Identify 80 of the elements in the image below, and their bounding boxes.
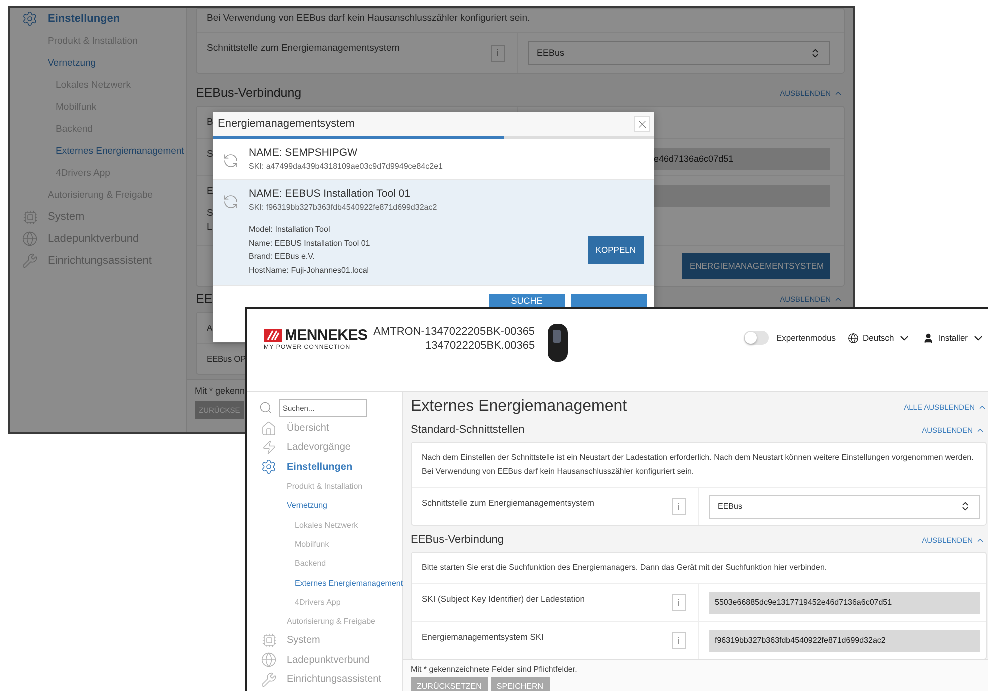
settings-icon: [22, 11, 38, 27]
device-ski: SKI: f96319bb327b363fdb4540922fe871d699d32ac2: [249, 203, 438, 212]
home-icon: [261, 420, 277, 437]
device-item[interactable]: NAME: SEMPSHIPGW SKI: a47499da439b4318109ae03c9d7d9949ce84c2e1: [213, 139, 654, 180]
sidebar-item[interactable]: 4Drivers App: [259, 592, 402, 612]
notice-text: Bei Verwendung von EEBus darf kein Hausanschlusszähler konfiguriert sein.: [197, 9, 844, 33]
search-icon: [259, 401, 273, 415]
device-name: AMTRON-1347022205BK-00365: [374, 326, 536, 338]
sidebar-item[interactable]: Ladevorgänge: [259, 438, 402, 458]
user-icon: [923, 332, 934, 344]
readonly-field: f96319bb327b363fdb4540922fe871d699d32ac2: [709, 630, 980, 652]
energy-system-button[interactable]: ENERGIEMANAGEMENTSYSTEM: [682, 253, 830, 279]
field-label: A: [206, 322, 214, 335]
field-label: SKI (Subject Key Identifier) der Ladestation: [421, 593, 586, 606]
select-arrows-icon: [960, 501, 971, 512]
section-title: EEBus-Verbindung: [411, 534, 504, 546]
field-label: Energiemanagementsystem SKI: [421, 631, 545, 644]
brand-name: MENNEKES: [285, 327, 368, 344]
language-menu[interactable]: Deutsch: [848, 332, 912, 344]
device-item[interactable]: NAME: EEBUS Installation Tool 01 SKI: f96319bb327b363fdb4540922fe871d699d32ac2 Model: Installation Tool Name: EEBUS Installation Tool 01 Brand: EEBus e.V. HostName: Fuji-Johannes01.local KOPPELN: [213, 180, 654, 286]
section-title: Standard-Schnittstellen: [411, 424, 525, 436]
sidebar-item[interactable]: Lokales Netzwerk: [259, 515, 402, 535]
device-name: NAME: SEMPSHIPGW: [249, 147, 359, 159]
device-ski: SKI: a47499da439b4318109ae03c9d7d9949ce84c2e1: [249, 162, 444, 171]
sync-icon: [223, 153, 239, 169]
logo-icon: [264, 329, 282, 342]
field-label: Schnittstelle zum Energiemanagementsystem: [206, 42, 401, 56]
section-title: EE: [196, 292, 213, 306]
globe-icon: [261, 652, 277, 668]
user-menu[interactable]: Installer: [923, 332, 985, 344]
required-note: Mit * gekennzeichnete Felder sind Pflichtfelder.: [411, 665, 578, 674]
lightning-icon: [262, 440, 276, 456]
info-button[interactable]: i: [490, 44, 504, 62]
intro-text: Bitte starten Sie erst die Suchfunktion des Energiemanagers. Dann das Gerät mit der Suchfunktion hier verbinden.: [412, 553, 986, 584]
field-description: S L: [206, 207, 214, 235]
interface-select[interactable]: EEBus: [528, 41, 830, 65]
sidebar-item[interactable]: Autorisierung & Freigabe: [259, 612, 402, 632]
sidebar-item[interactable]: System: [259, 631, 402, 651]
chip-icon: [22, 210, 38, 224]
info-button[interactable]: i: [672, 594, 686, 611]
sidebar-item[interactable]: Ladepunktverbund: [259, 650, 402, 670]
sidebar-item[interactable]: Vernetzung: [20, 52, 186, 74]
section-title: EEBus-Verbindung: [196, 86, 302, 100]
sidebar-item[interactable]: Übersicht: [259, 419, 402, 438]
sidebar-item[interactable]: Mobilfunk: [259, 534, 402, 554]
serial-number: 1347022205BK.00365: [426, 340, 536, 352]
sidebar-item[interactable]: Externes Energiemanagement: [259, 573, 402, 593]
field-label: Schnittstelle zum Energiemanagementsystem: [421, 497, 596, 510]
globe-icon: [848, 332, 860, 344]
interface-select[interactable]: EEBus: [709, 494, 980, 518]
info-button[interactable]: i: [672, 632, 686, 649]
wrench-icon: [22, 253, 38, 269]
sidebar-item[interactable]: Produkt & Installation: [259, 476, 402, 496]
globe-icon: [22, 231, 38, 247]
readonly-field: 5503e66885dc9e1317719452e46d7136a6c07d51: [709, 592, 980, 614]
wrench-icon: [261, 672, 277, 688]
select-arrows-icon: [810, 48, 821, 58]
sidebar-item[interactable]: Externes Energiemanagement: [20, 140, 186, 162]
field-label: S: [206, 148, 214, 162]
sidebar-item[interactable]: Backend: [259, 554, 402, 574]
intro-text: Nach dem Einstellen der Schnittstelle ist ein Neustart der Ladestation erforderlich. Nach dem Neustart können weitere Einstellungen vorgenommen werden. Bei Verwendung von EEBus darf kein Hausanschlusszähler konfiguriert sein.: [412, 443, 986, 488]
info-button[interactable]: i: [672, 498, 686, 515]
required-note: Mit * gekenn: [195, 386, 246, 396]
chip-icon: [262, 633, 276, 648]
close-button[interactable]: [634, 116, 650, 132]
sidebar-item[interactable]: Vernetzung: [259, 496, 402, 516]
charger-drawing: [547, 323, 570, 363]
field-label: E: [206, 185, 214, 199]
page-title: Externes Energiemanagement: [411, 398, 628, 416]
sidebar-item[interactable]: Einrichtungsassistent: [259, 670, 402, 690]
sidebar-item[interactable]: Einstellungen: [20, 8, 186, 30]
expert-mode-label: Expertenmodus: [776, 333, 836, 343]
device-details: Model: Installation Tool Name: EEBUS Installation Tool 01 Brand: EEBus e.V. HostName: Fuji-Johannes01.local: [249, 224, 370, 277]
dialog-title: Energiemanagementsystem: [218, 118, 355, 130]
device-name: NAME: EEBUS Installation Tool 01: [249, 188, 412, 200]
sync-icon: [223, 194, 239, 210]
pair-button[interactable]: KOPPELN: [588, 236, 644, 264]
sidebar-item[interactable]: Einstellungen: [259, 458, 402, 477]
expert-mode-switch[interactable]: [744, 331, 768, 345]
settings-icon: [261, 459, 277, 476]
